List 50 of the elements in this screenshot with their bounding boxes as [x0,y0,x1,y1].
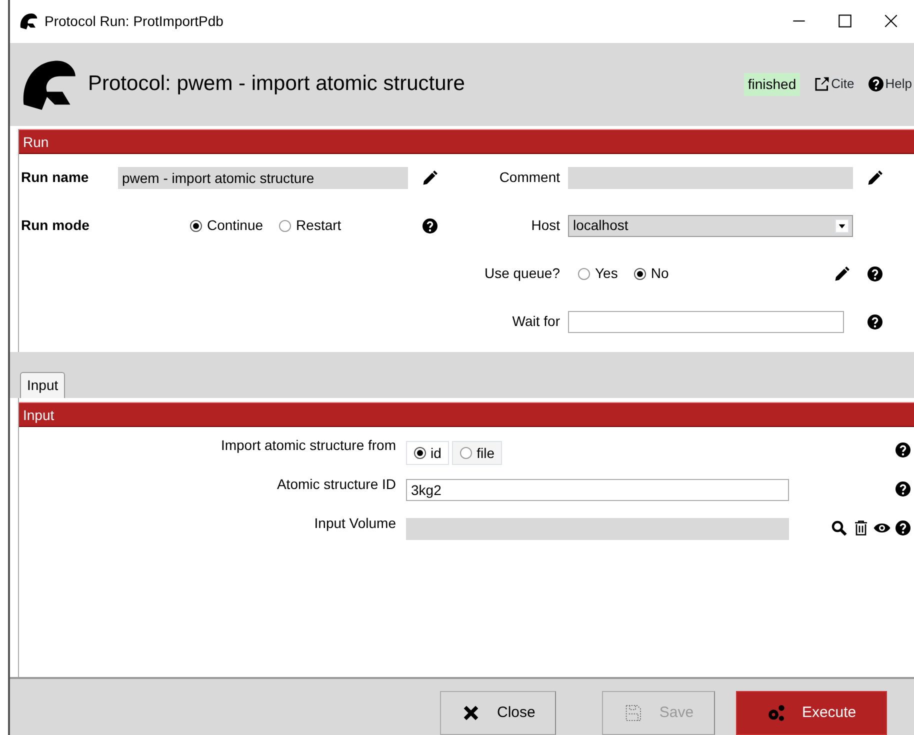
radio-button[interactable] [634,268,646,280]
host-dropdown[interactable]: localhost [568,214,853,237]
option-label: Continue [207,216,264,236]
save-icon [623,703,644,724]
help-icon[interactable] [894,480,912,498]
close-button[interactable]: Close [440,691,556,735]
search-icon[interactable] [830,519,848,538]
radio-option[interactable]: file [452,441,502,466]
pencil-icon[interactable] [421,168,439,187]
help-icon [867,75,886,94]
field-label: Atomic structure ID [276,475,397,494]
option-label: No [650,264,669,284]
help-icon[interactable] [421,216,439,235]
radio-button[interactable] [279,220,292,232]
protocol-title: Protocol: pwem - import atomic structure [88,71,466,98]
help-icon[interactable] [866,312,884,331]
cite-link[interactable]: Cite [813,74,854,94]
status-label: finished [744,72,800,96]
caret-icon [834,218,849,233]
field-label: Run name [21,169,89,186]
option-label: Restart [296,216,342,236]
help-link[interactable]: Help [867,74,912,94]
help-icon[interactable] [866,264,884,283]
field-label: Comment [498,168,561,188]
input-volume-field[interactable] [406,518,789,540]
radio-button[interactable] [578,268,590,280]
execute-button[interactable]: Execute [736,691,887,735]
field-label: Run mode [21,217,90,234]
window-title: Protocol Run: ProtImportPdb [44,12,224,31]
field-label: Use queue? [483,264,561,284]
field-label: Input Volume [313,514,397,534]
radio-option[interactable]: id [406,441,449,466]
help-icon[interactable] [894,519,912,538]
structure-id-field[interactable]: 3kg2 [406,479,789,502]
wait-for-field[interactable] [568,310,844,333]
section-header: Input [19,402,914,428]
radio-button[interactable] [190,220,202,232]
app-logo-icon [18,11,38,32]
tab[interactable]: Input [20,372,66,398]
option-label: Yes [595,264,618,284]
run-name-field[interactable]: pwem - import atomic structure [118,166,408,189]
comment-field[interactable] [568,166,853,189]
pencil-icon[interactable] [866,168,884,187]
field-label: Import atomic structure from [220,436,397,456]
help-icon[interactable] [894,441,912,460]
section-header: Run [19,128,914,154]
field-label: Host [530,216,561,236]
external-link-icon [813,75,832,94]
pencil-icon[interactable] [833,264,851,283]
field-label: Wait for [511,312,561,332]
